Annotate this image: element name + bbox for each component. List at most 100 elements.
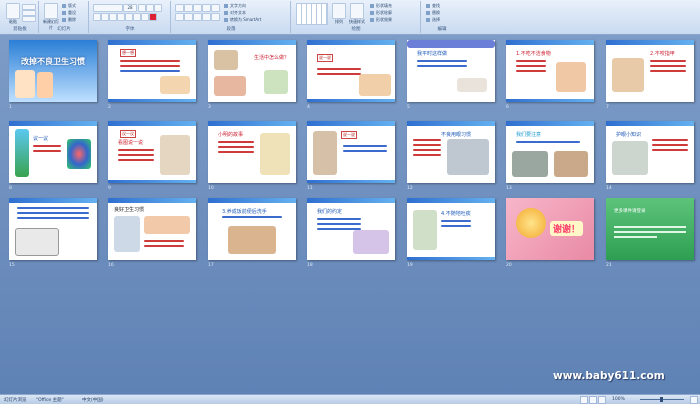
decrease-indent-icon[interactable] [193,4,202,12]
line-spacing-icon[interactable] [211,4,220,12]
char-spacing-icon[interactable] [133,13,141,21]
slide-tag: 想一想 [120,49,136,57]
justify-icon[interactable] [202,13,211,21]
slide-thumbnail[interactable]: 护眼小知识 [606,121,694,183]
slide-image [353,230,389,254]
slide-image [37,72,53,98]
slide-header-bar [108,40,196,45]
layout-button[interactable]: 版式 [62,3,76,8]
slide-thumbnail[interactable]: 生活中怎么做？ [208,40,296,102]
paste-button[interactable]: 粘贴 [6,3,20,24]
slide-header-bar [307,198,395,203]
view-mode-label: 幻灯片浏览 [4,398,27,403]
align-left-icon[interactable] [175,13,184,21]
slide-footer-bar [307,99,395,102]
slide-header-bar [108,121,196,126]
slide-footer-bar [307,180,395,183]
slide-thumbnail[interactable]: 3.养成饭前便后洗手 [208,198,296,260]
numbering-icon[interactable] [184,4,193,12]
slide-number: 2 [108,105,111,110]
underline-icon[interactable] [109,13,117,21]
format-painter-icon[interactable] [22,16,36,22]
shapes-gallery[interactable] [296,3,328,25]
font-size-select[interactable]: 28 [123,4,137,12]
slide-thumbnail[interactable]: 议一议 看图说一说 [108,121,196,183]
slide-tag: 说一说 [341,131,357,139]
slide-thumbnail[interactable]: 我们的约定 [307,198,395,260]
align-right-icon[interactable] [193,13,202,21]
slide-header-bar [407,198,495,203]
slide-title: 1.不吃不洁食物 [516,51,551,57]
slide-sorter[interactable]: 改掉不良卫生习惯 1 想一想 2 生活中怎么做？ 3 说一说 4 我平时这样做 [0,35,700,394]
change-case-icon[interactable] [141,13,149,21]
font-name-select[interactable] [93,4,123,12]
shape-effects-button[interactable]: 形状效果 [370,17,392,22]
slide-header-bar [9,121,97,126]
new-slide-button[interactable]: 新建幻灯片 [43,3,59,30]
slide-thumbnail[interactable]: 1.不吃不洁食物 [506,40,594,102]
slide-header-bar [9,198,97,203]
slide-image [457,78,487,92]
slide-body [343,145,387,155]
align-text-button[interactable]: 对齐文本 [224,10,246,15]
bold-icon[interactable] [93,13,101,21]
arrange-button[interactable]: 排列 [332,3,346,24]
grow-font-icon[interactable] [138,4,146,12]
slide-thumbnail[interactable]: 我们要注意 [506,121,594,183]
slide-thumbnail[interactable]: 更多课件请登录 [606,198,694,260]
slide-thumbnail[interactable]: 不良用眼习惯 [407,121,495,183]
slide-image [260,133,290,175]
text-direction-button[interactable]: 文字方向 [224,3,246,8]
slide-thumbnail[interactable]: 议一议 [9,121,97,183]
align-center-icon[interactable] [184,13,193,21]
slide-thumbnail[interactable]: 谢谢！ [506,198,594,260]
replace-button[interactable]: 替换 [426,10,440,15]
shape-outline-button[interactable]: 形状轮廓 [370,10,392,15]
zoom-slider-handle[interactable] [660,397,663,402]
slide-image [612,58,644,92]
slide-image [512,151,548,177]
slide-thumbnail[interactable]: 2.不咬指甲 [606,40,694,102]
slide-body [118,149,154,164]
slide-title: 2.不咬指甲 [650,51,675,57]
zoom-level[interactable]: 100% [612,397,625,402]
select-button[interactable]: 选择 [426,17,440,22]
columns-icon[interactable] [211,13,220,21]
slide-thumbnail[interactable]: 我平时这样做 [407,40,495,102]
bear-image [516,208,546,238]
slide-thumbnail[interactable]: 良好卫生习惯 [108,198,196,260]
quick-styles-button[interactable]: 快速样式 [349,3,365,24]
slide-image [15,70,35,98]
shape-fill-button[interactable]: 形状填充 [370,3,392,8]
slide-thumbnail[interactable]: 想一想 [108,40,196,102]
slide-number: 5 [407,105,410,110]
find-button[interactable]: 查找 [426,3,440,8]
shadow-icon[interactable] [125,13,133,21]
italic-icon[interactable] [101,13,109,21]
clipboard-group: 粘贴 剪贴板 [2,1,39,33]
clear-format-icon[interactable] [154,4,162,12]
slide-number: 13 [506,186,512,191]
slide-thumbnail[interactable]: 说一说 [307,121,395,183]
shrink-font-icon[interactable] [146,4,154,12]
slide-tag: 说一说 [317,54,333,62]
slide-body [17,207,89,222]
slide-header-bar [606,40,694,45]
delete-button[interactable]: 删除 [62,17,76,22]
strikethrough-icon[interactable] [117,13,125,21]
font-color-icon[interactable] [149,13,157,21]
slide-thumbnail[interactable]: 小明的故事 [208,121,296,183]
slide-body [441,220,471,230]
bullets-icon[interactable] [175,4,184,12]
slide-thumbnail[interactable]: 说一说 [307,40,395,102]
slide-footer-bar [108,99,196,102]
slide-thumbnail[interactable]: 4.不随地吐痰 [407,198,495,260]
slide-thumbnail[interactable] [9,198,97,260]
increase-indent-icon[interactable] [202,4,211,12]
slide-number: 9 [108,186,111,191]
slide-body [516,141,580,146]
language-label[interactable]: 中文(中国) [82,397,104,403]
reset-button[interactable]: 重设 [62,10,76,15]
smartart-button[interactable]: 转换为 SmartArt [224,17,261,22]
slide-thumbnail[interactable]: 改掉不良卫生习惯 [9,40,97,102]
